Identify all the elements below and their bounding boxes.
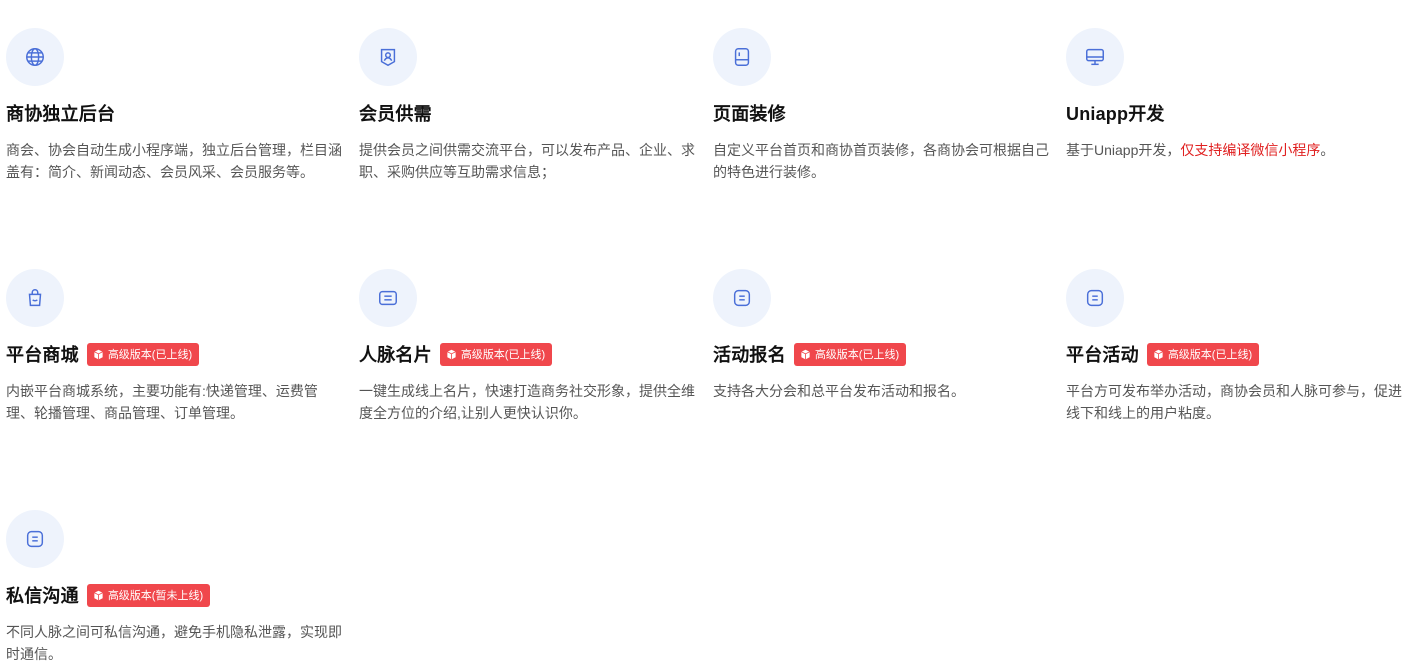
feature-icon-wrap: [1066, 269, 1124, 327]
desc-text: 。: [1320, 142, 1335, 158]
badge-label: 高级版本(已上线): [460, 349, 546, 361]
feature-icon-wrap: [1066, 28, 1124, 86]
badge-label: 高级版本(已上线): [1167, 349, 1253, 361]
feature-desc: 商会、协会自动生成小程序端，独立后台管理，栏目涵盖有：简介、新闻动态、会员风采、…: [6, 142, 342, 180]
feature-icon-wrap: [713, 28, 771, 86]
feature-title: 活动报名: [713, 345, 786, 365]
card-icon: [379, 290, 397, 306]
box-icon: [801, 349, 810, 359]
feature-icon-wrap: [359, 269, 417, 327]
box-icon: [94, 590, 103, 600]
member-badge-icon: [380, 48, 396, 67]
feature-card: 人脉名片 高级版本(已上线) 一键生成线上名片，快速打造商务社交形象，提供全维度…: [359, 269, 695, 424]
feature-card: 会员供需 提供会员之间供需交流平台，可以发布产品、企业、求职、采购供应等互助需求…: [359, 28, 695, 183]
feature-card: 私信沟通 高级版本(暂未上线) 不同人脉之间可私信沟通，避免手机隐私泄露，实现即…: [6, 510, 342, 665]
feature-desc: 基于Uniapp开发，仅支持编译微信小程序。: [1066, 139, 1402, 161]
feature-desc: 一键生成线上名片，快速打造商务社交形象，提供全维度全方位的介绍,让别人更快认识你…: [359, 383, 695, 421]
tablet-icon: [734, 48, 750, 66]
feature-icon-wrap: [6, 28, 64, 86]
desc-text: 基于Uniapp开发，: [1066, 142, 1181, 158]
desc-highlight: 仅支持编译微信小程序: [1180, 142, 1321, 158]
list-icon: [1086, 289, 1104, 307]
feature-title: 商协独立后台: [6, 104, 116, 124]
feature-title: 私信沟通: [6, 586, 79, 606]
feature-title: Uniapp开发: [1066, 104, 1165, 124]
feature-card: 平台商城 高级版本(已上线) 内嵌平台商城系统，主要功能有:快递管理、运费管理、…: [6, 269, 342, 424]
list-icon: [733, 289, 751, 307]
version-badge: 高级版本(暂未上线): [86, 583, 211, 607]
feature-icon-wrap: [6, 269, 64, 327]
feature-icon-wrap: [359, 28, 417, 86]
feature-icon-wrap: [6, 510, 64, 568]
version-badge: 高级版本(已上线): [1146, 342, 1260, 366]
feature-title: 平台活动: [1066, 345, 1139, 365]
feature-title: 平台商城: [6, 345, 79, 365]
feature-title: 页面装修: [713, 104, 786, 124]
shopping-bag-icon: [28, 289, 42, 307]
feature-desc: 不同人脉之间可私信沟通，避免手机隐私泄露，实现即时通信。: [6, 624, 342, 662]
box-icon: [94, 349, 103, 359]
version-badge: 高级版本(已上线): [439, 342, 553, 366]
feature-card: 平台活动 高级版本(已上线) 平台方可发布举办活动，商协会员和人脉可参与，促进线…: [1066, 269, 1402, 424]
feature-desc: 提供会员之间供需交流平台，可以发布产品、企业、求职、采购供应等互助需求信息；: [359, 142, 695, 180]
version-badge: 高级版本(已上线): [86, 342, 200, 366]
globe-icon: [26, 48, 44, 66]
feature-desc: 内嵌平台商城系统，主要功能有:快递管理、运费管理、轮播管理、商品管理、订单管理。: [6, 383, 318, 421]
feature-desc: 支持各大分会和总平台发布活动和报名。: [713, 383, 965, 399]
feature-icon-wrap: [713, 269, 771, 327]
feature-desc: 自定义平台首页和商协首页装修，各商协会可根据自己的特色进行装修。: [713, 142, 1049, 180]
box-icon: [1154, 349, 1163, 359]
version-badge: 高级版本(已上线): [793, 342, 907, 366]
badge-label: 高级版本(已上线): [814, 349, 900, 361]
feature-card: 活动报名 高级版本(已上线) 支持各大分会和总平台发布活动和报名。: [713, 269, 1049, 402]
feature-grid: 商协独立后台 商会、协会自动生成小程序端，独立后台管理，栏目涵盖有：简介、新闻动…: [0, 0, 1409, 670]
list-icon: [26, 530, 44, 548]
feature-desc: 平台方可发布举办活动，商协会员和人脉可参与，促进线下和线上的用户粘度。: [1066, 383, 1402, 421]
monitor-icon: [1086, 48, 1104, 66]
feature-title: 人脉名片: [359, 345, 432, 365]
feature-card: 页面装修 自定义平台首页和商协首页装修，各商协会可根据自己的特色进行装修。: [713, 28, 1049, 183]
badge-label: 高级版本(已上线): [107, 349, 193, 361]
feature-card: 商协独立后台 商会、协会自动生成小程序端，独立后台管理，栏目涵盖有：简介、新闻动…: [6, 28, 342, 183]
feature-title: 会员供需: [359, 104, 432, 124]
feature-card: Uniapp开发 基于Uniapp开发，仅支持编译微信小程序。: [1066, 28, 1402, 161]
box-icon: [447, 349, 456, 359]
badge-label: 高级版本(暂未上线): [107, 590, 204, 602]
